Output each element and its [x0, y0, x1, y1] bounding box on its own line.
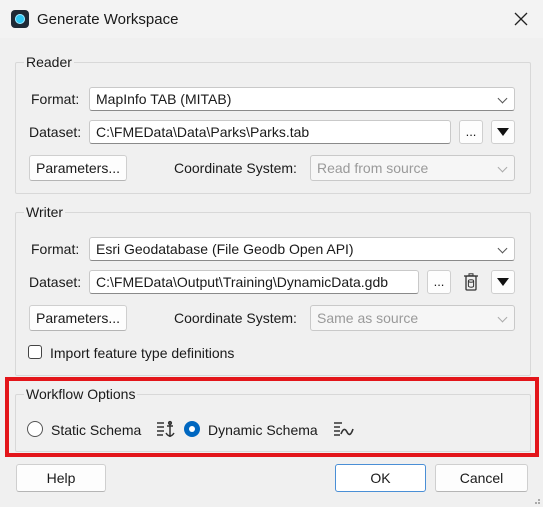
- writer-delete-dataset-button[interactable]: [459, 270, 483, 294]
- writer-format-value: Esri Geodatabase (File Geodb Open API): [96, 241, 354, 257]
- reader-coord-label: Coordinate System:: [174, 160, 297, 176]
- chevron-down-icon: [497, 312, 508, 323]
- chevron-down-icon: [497, 93, 508, 104]
- reader-format-value: MapInfo TAB (MITAB): [96, 91, 232, 107]
- ok-button[interactable]: OK: [335, 464, 426, 492]
- writer-coord-label: Coordinate System:: [174, 310, 297, 326]
- reader-dataset-input[interactable]: C:\FMEData\Data\Parks\Parks.tab: [89, 120, 451, 144]
- writer-coord-value: Same as source: [317, 310, 419, 326]
- writer-format-label: Format:: [31, 241, 80, 257]
- writer-group-label: Writer: [24, 204, 66, 220]
- ellipsis-icon: ...: [433, 274, 445, 289]
- writer-format-select[interactable]: Esri Geodatabase (File Geodb Open API): [89, 237, 515, 261]
- help-button[interactable]: Help: [16, 464, 106, 492]
- writer-dataset-label: Dataset:: [29, 274, 82, 290]
- title-bar: Generate Workspace: [0, 0, 543, 38]
- writer-dataset-value: C:\FMEData\Output\Training\DynamicData.g…: [96, 274, 389, 290]
- import-feature-types-label: Import feature type definitions: [50, 345, 235, 361]
- reader-parameters-button[interactable]: Parameters...: [29, 155, 127, 181]
- reader-format-label: Format:: [31, 91, 80, 107]
- resize-grip-icon[interactable]: [531, 495, 541, 505]
- writer-parameters-button[interactable]: Parameters...: [29, 305, 127, 331]
- reader-coord-value: Read from source: [317, 160, 429, 176]
- close-button[interactable]: [499, 0, 543, 38]
- fme-app-icon: [11, 10, 29, 28]
- triangle-down-icon: [497, 128, 509, 136]
- writer-dataset-input[interactable]: C:\FMEData\Output\Training\DynamicData.g…: [89, 270, 419, 294]
- reader-group-label: Reader: [24, 54, 74, 70]
- trash-database-icon: [464, 273, 478, 291]
- highlight-box: [5, 377, 539, 457]
- reader-dataset-value: C:\FMEData\Data\Parks\Parks.tab: [96, 124, 310, 140]
- chevron-down-icon: [497, 162, 508, 173]
- writer-dataset-menu-button[interactable]: [491, 270, 515, 294]
- writer-browse-button[interactable]: ...: [427, 270, 451, 294]
- reader-browse-button[interactable]: ...: [459, 120, 483, 144]
- import-feature-types-checkbox[interactable]: [28, 345, 42, 359]
- chevron-down-icon: [497, 243, 508, 254]
- cancel-button[interactable]: Cancel: [435, 464, 528, 492]
- reader-dataset-label: Dataset:: [29, 124, 82, 140]
- reader-dataset-menu-button[interactable]: [491, 120, 515, 144]
- ellipsis-icon: ...: [465, 124, 477, 139]
- reader-format-select[interactable]: MapInfo TAB (MITAB): [89, 87, 515, 111]
- close-icon: [514, 12, 528, 26]
- reader-coord-select[interactable]: Read from source: [310, 155, 515, 181]
- triangle-down-icon: [497, 278, 509, 286]
- window-title: Generate Workspace: [37, 11, 179, 28]
- writer-coord-select[interactable]: Same as source: [310, 305, 515, 331]
